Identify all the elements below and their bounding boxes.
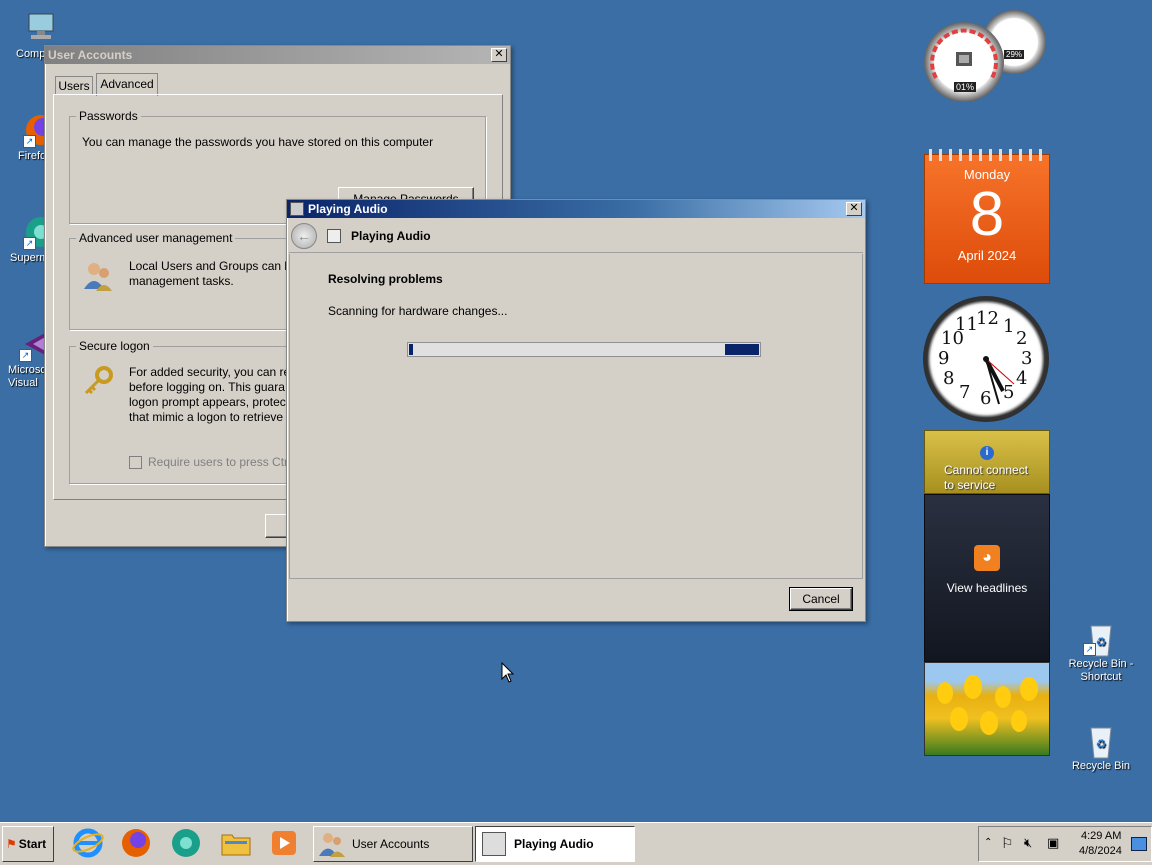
- media-player-icon[interactable]: [268, 827, 300, 859]
- weather-gadget[interactable]: i Cannot connect to service: [924, 430, 1050, 494]
- memory-percent: 29%: [1004, 50, 1025, 59]
- rss-icon: ◕: [974, 545, 1000, 571]
- taskbar-item-user-accounts[interactable]: User Accounts: [313, 826, 473, 862]
- progress-bar: [407, 342, 761, 357]
- feed-headlines-gadget[interactable]: ◕ View headlines: [924, 494, 1050, 662]
- shortcut-arrow-icon: ↗: [19, 349, 32, 362]
- mouse-cursor-icon: [501, 662, 515, 683]
- secure-logon-line3: logon prompt appears, protec: [129, 395, 286, 409]
- group-legend: Advanced user management: [76, 231, 236, 245]
- clock-gadget[interactable]: 12 1 2 3 4 5 6 7 8 9 10 11: [923, 296, 1049, 422]
- recycle-bin-icon: ♻: [1083, 722, 1119, 759]
- secure-logon-line2: before logging on. This guara: [129, 380, 285, 394]
- taskbar-item-playing-audio[interactable]: Playing Audio: [475, 826, 635, 862]
- users-group-icon: [82, 259, 114, 294]
- shortcut-arrow-icon: ↗: [1083, 643, 1096, 656]
- wizard-title: Playing Audio: [351, 229, 431, 243]
- calendar-gadget[interactable]: Monday 8 April 2024: [924, 149, 1050, 284]
- shortcut-arrow-icon: ↗: [23, 237, 36, 250]
- troubleshooter-icon: [482, 832, 506, 856]
- calendar-rings: [929, 149, 1045, 161]
- weather-message-line2: to service: [944, 478, 996, 492]
- status-text: Scanning for hardware changes...: [328, 304, 508, 318]
- windows-flag-icon: ⚑: [6, 837, 17, 851]
- slideshow-gadget[interactable]: [924, 662, 1050, 756]
- svg-text:♻: ♻: [1096, 635, 1107, 649]
- info-icon: i: [980, 446, 994, 460]
- calendar-day: 8: [969, 180, 1005, 249]
- recycle-bin-icon: ♻ ↗: [1083, 620, 1119, 657]
- cpu-gauge: 01%: [924, 22, 1004, 102]
- window-title: Playing Audio: [308, 202, 388, 216]
- volume-muted-icon[interactable]: 🔇︎: [1024, 835, 1032, 851]
- users-group-icon: [318, 829, 346, 860]
- group-legend: Secure logon: [76, 339, 153, 353]
- wizard-heading: Resolving problems: [328, 272, 443, 286]
- troubleshooter-icon: [327, 229, 341, 243]
- back-arrow-icon[interactable]: ←: [291, 223, 317, 249]
- internet-explorer-icon[interactable]: [72, 827, 104, 859]
- secure-logon-line4: that mimic a logon to retrieve: [129, 410, 284, 424]
- show-hidden-icons-icon[interactable]: ⌃: [984, 837, 992, 848]
- advanced-mgmt-line1: Local Users and Groups can be: [129, 259, 298, 273]
- close-button[interactable]: ✕: [491, 48, 507, 62]
- feed-label: View headlines: [946, 581, 1028, 595]
- desktop-icon-recycle-bin-shortcut[interactable]: ♻ ↗ Recycle Bin - Shortcut: [1066, 620, 1136, 684]
- wizard-header: ← Playing Audio: [289, 220, 863, 253]
- checkbox-box: [129, 455, 142, 469]
- passwords-description: You can manage the passwords you have st…: [82, 135, 434, 149]
- cancel-button[interactable]: Cancel: [790, 588, 852, 610]
- desktop-icon-label: Recycle Bin - Shortcut: [1068, 658, 1134, 683]
- progress-marquee-block: [725, 344, 759, 355]
- desktop-icon-label: Microsoft Visual Studio: [8, 364, 48, 389]
- advanced-mgmt-line2: management tasks.: [129, 274, 234, 288]
- group-legend: Passwords: [76, 109, 141, 123]
- computer-icon: [23, 10, 59, 46]
- taskbar: ⚑ Start User Accounts Playing Audio ⌃ ⚐ …: [0, 822, 1152, 865]
- tray-time[interactable]: 4:29 AM: [1081, 830, 1121, 842]
- network-icon[interactable]: ▣: [1047, 835, 1059, 851]
- svg-text:♻: ♻: [1096, 737, 1107, 751]
- action-center-flag-icon[interactable]: ⚐: [1001, 835, 1014, 852]
- start-button[interactable]: ⚑ Start: [2, 826, 54, 862]
- tab-users[interactable]: Users: [55, 76, 93, 95]
- file-explorer-icon[interactable]: [220, 827, 252, 859]
- calendar-month-year: April 2024: [957, 248, 1017, 263]
- secure-logon-line1: For added security, you can re: [129, 365, 291, 379]
- require-ctrl-alt-del-checkbox[interactable]: Require users to press Ctrl-: [129, 455, 295, 469]
- cpu-meter-gadget[interactable]: 29% 01%: [922, 8, 1050, 104]
- tray-date[interactable]: 4/8/2024: [1079, 845, 1122, 857]
- troubleshooter-icon: [290, 202, 304, 216]
- show-desktop-icon[interactable]: [1131, 837, 1147, 851]
- user-accounts-titlebar[interactable]: User Accounts ✕: [45, 46, 510, 64]
- tab-advanced[interactable]: Advanced: [96, 73, 158, 96]
- desktop-icon-recycle-bin[interactable]: ♻ Recycle Bin: [1066, 722, 1136, 773]
- tulips-image: [937, 675, 1038, 735]
- window-title: User Accounts: [48, 48, 133, 62]
- notification-area: ⌃ ⚐ 🔇︎ ▣ 4:29 AM 4/8/2024: [978, 826, 1152, 862]
- playing-audio-window: Playing Audio ✕ ← Playing Audio Resolvin…: [286, 199, 866, 622]
- weather-message-line1: Cannot connect: [944, 463, 1029, 477]
- shortcut-arrow-icon: ↗: [23, 135, 36, 148]
- clock-hands: [983, 356, 1015, 405]
- key-icon: [82, 365, 114, 400]
- progress-marquee-start: [409, 344, 413, 355]
- playing-audio-titlebar[interactable]: Playing Audio ✕: [287, 200, 865, 218]
- cpu-percent: 01%: [954, 82, 977, 92]
- wizard-content: Resolving problems Scanning for hardware…: [289, 254, 863, 579]
- firefox-icon[interactable]: [120, 827, 152, 859]
- supermium-icon[interactable]: [170, 827, 202, 859]
- close-button[interactable]: ✕: [846, 202, 862, 216]
